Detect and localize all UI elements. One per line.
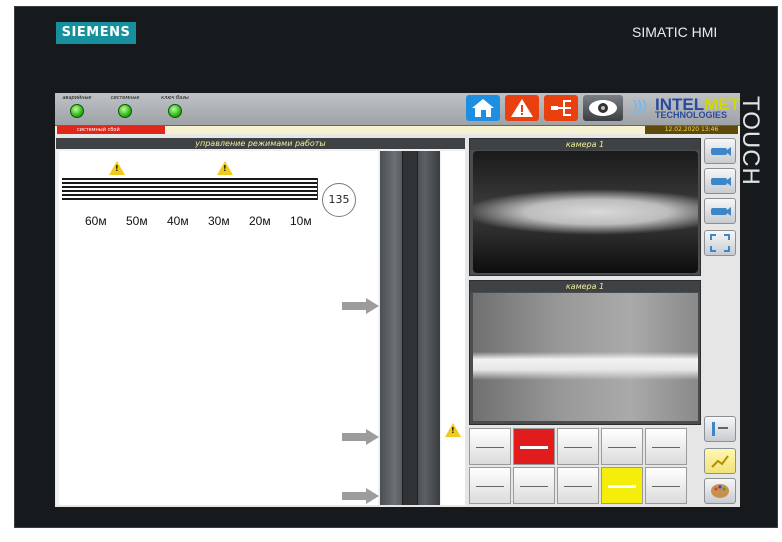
counter-dial: 135 (322, 183, 356, 217)
camera-angle-icon (711, 177, 731, 186)
camera-view-icon (589, 100, 617, 116)
alarm-message[interactable]: системный сбой (57, 126, 165, 134)
distance-label: 50м (126, 214, 148, 228)
status-indicator-system: системные (105, 95, 145, 118)
distance-label: 20м (249, 214, 271, 228)
expand-icon (710, 234, 730, 252)
touch-label: TOUCH (737, 96, 764, 186)
network-icon (551, 100, 571, 116)
conveyor-line (380, 151, 440, 505)
distance-label: 10м (290, 214, 312, 228)
device-title: SIMATIC HMI (632, 24, 718, 40)
alarm-triangle-icon (511, 99, 533, 117)
defect-cell[interactable] (513, 467, 555, 504)
settings-button[interactable] (704, 416, 736, 442)
defect-cell[interactable] (469, 428, 511, 465)
palette-icon (711, 484, 729, 498)
arrow-right-icon (342, 298, 380, 314)
distance-label: 60м (85, 214, 107, 228)
intelmet-logo: ))) INTELMET TECHNOLOGIES (633, 95, 740, 123)
palette-button[interactable] (704, 478, 736, 504)
defect-cell[interactable] (645, 428, 687, 465)
warning-icon: ! (445, 423, 461, 437)
conveyor-side-strip: ! (441, 151, 465, 505)
top-bar: аварийные системные ключ базы))) INTELM… (55, 93, 740, 125)
alarm-bar: системный сбой 12.02.2020 13:46 (55, 125, 740, 134)
status-indicator-alarms: аварийные (57, 95, 97, 118)
camera-feed[interactable] (473, 293, 698, 421)
home-icon (472, 99, 494, 117)
defect-cell[interactable] (645, 467, 687, 504)
mode-area: ! ! 135 60м 50м 40м 30м 20м 10м (59, 151, 380, 505)
chart-icon (711, 455, 729, 468)
defect-cell[interactable] (557, 467, 599, 504)
distance-label: 40м (167, 214, 189, 228)
panel-title: управление режимами работы (56, 138, 465, 149)
network-button[interactable] (544, 95, 578, 121)
report-button[interactable] (704, 448, 736, 474)
defect-cell[interactable] (513, 428, 555, 465)
status-indicator-key: ключ базы (155, 95, 195, 118)
alarm-button[interactable] (505, 95, 539, 121)
camera-feed[interactable] (473, 151, 698, 273)
calibration-icon (712, 422, 728, 436)
status-label: системные (110, 95, 140, 101)
home-button[interactable] (466, 95, 500, 121)
defect-cell[interactable] (601, 467, 643, 504)
defect-cell[interactable] (469, 467, 511, 504)
rail-track (62, 178, 318, 200)
camera-angle-icon (711, 147, 731, 156)
camera-title: камера 1 (470, 281, 700, 292)
hmi-screen: аварийные системные ключ базы))) INTELM… (55, 93, 740, 507)
fullscreen-button[interactable] (704, 230, 736, 256)
defect-cell[interactable] (557, 428, 599, 465)
status-led-icon (168, 104, 182, 118)
camera-title: камера 1 (470, 139, 700, 150)
signal-icon: ))) (633, 97, 647, 113)
defect-grid (469, 428, 687, 506)
distance-label: 30м (208, 214, 230, 228)
siemens-logo: SIEMENS (56, 22, 136, 44)
defect-cell[interactable] (601, 428, 643, 465)
warning-icon: ! (217, 161, 233, 175)
camera-view-button[interactable] (583, 95, 623, 121)
datetime-display: 12.02.2020 13:46 (645, 126, 738, 134)
arrow-right-icon (342, 429, 380, 445)
camera-angle-3-button[interactable] (704, 198, 736, 224)
status-label: аварийные (62, 95, 92, 101)
logo-subtext: TECHNOLOGIES (655, 110, 728, 120)
camera-angle-icon (711, 207, 731, 216)
camera-panel-2: камера 1 (469, 280, 701, 425)
arrow-right-icon (342, 488, 380, 504)
mode-control-panel: управление режимами работы ! ! 135 60м 5… (56, 138, 465, 505)
status-led-icon (118, 104, 132, 118)
camera-angle-2-button[interactable] (704, 168, 736, 194)
camera-angle-1-button[interactable] (704, 138, 736, 164)
camera-panel-1: камера 1 (469, 138, 701, 276)
warning-icon: ! (109, 161, 125, 175)
status-led-icon (70, 104, 84, 118)
status-label: ключ базы (161, 95, 189, 101)
